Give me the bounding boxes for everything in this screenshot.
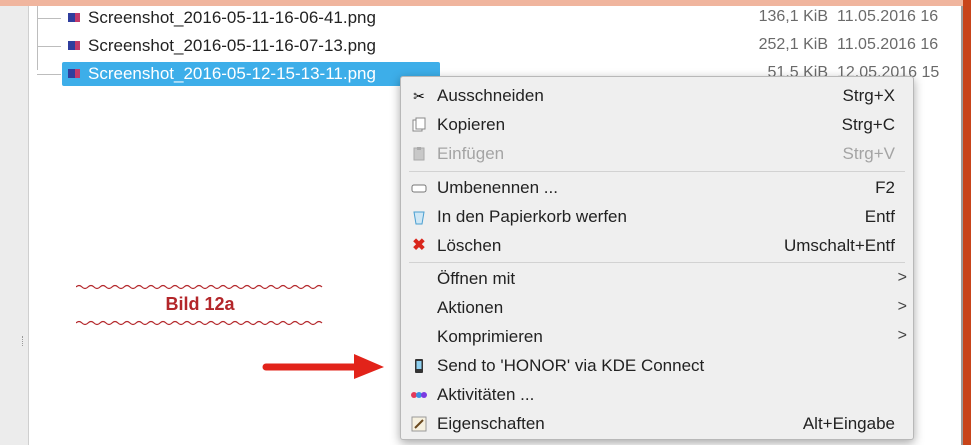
context-menu: ✂ Ausschneiden Strg+X Kopieren Strg+C Ei… [400,76,914,440]
file-row[interactable]: Screenshot_2016-05-11-16-07-13.png 252,1… [62,34,961,58]
tree-branch [37,46,61,47]
submenu-arrow-icon: > [897,269,907,286]
menu-label: Umbenennen ... [437,178,558,197]
file-size: 252,1 KiB [758,36,828,53]
menu-label: Aktionen [437,298,504,317]
menu-item-trash[interactable]: In den Papierkorb werfen Entf [401,202,913,231]
places-panel [0,6,29,445]
menu-item-cut[interactable]: ✂ Ausschneiden Strg+X [401,81,913,110]
menu-shortcut: Strg+V [842,144,895,163]
file-name: Screenshot_2016-05-11-16-06-41.png [88,8,376,27]
menu-shortcut: Entf [864,207,895,226]
file-name: Screenshot_2016-05-11-16-07-13.png [88,36,376,55]
image-file-icon [68,13,80,22]
wavy-line-icon [76,320,323,326]
menu-item-delete[interactable]: ✖ Löschen Umschalt+Entf [401,231,913,260]
scissors-icon: ✂ [413,88,425,104]
trash-icon [411,209,427,225]
menu-label: Aktivitäten ... [437,385,535,404]
menu-label: Komprimieren [437,327,543,346]
red-arrow-icon [262,354,384,379]
file-date: 11.05.2016 16 [837,36,939,53]
image-file-icon [68,69,80,78]
file-row[interactable]: Screenshot_2016-05-11-16-06-41.png 136,1… [62,6,961,30]
menu-separator [409,262,905,263]
menu-label: Öffnen mit [437,269,516,288]
menu-item-rename[interactable]: Umbenennen ... F2 [401,173,913,202]
menu-label: Send to 'HONOR' via KDE Connect [437,356,705,375]
menu-shortcut: Alt+Eingabe [802,414,895,433]
tree-line [37,6,38,70]
activities-icon [411,387,427,403]
properties-icon [411,416,427,432]
menu-label: Kopieren [437,115,506,134]
submenu-arrow-icon: > [897,298,907,315]
annotation-caption: Bild 12a [76,284,324,326]
menu-label: Einfügen [437,144,505,163]
file-name: Screenshot_2016-05-12-15-13-11.png [88,64,376,83]
tree-branch [37,18,61,19]
menu-shortcut: Umschalt+Entf [783,236,895,255]
wavy-line-icon [76,284,323,290]
paste-icon [411,146,427,162]
resize-handle[interactable] [22,336,25,346]
menu-item-compress[interactable]: Komprimieren > [401,322,913,351]
menu-item-actions[interactable]: Aktionen > [401,293,913,322]
menu-shortcut: Strg+X [842,86,895,105]
tree-branch [37,74,61,75]
copy-icon [411,117,427,133]
window-border [963,0,971,445]
menu-label: Ausschneiden [437,86,544,105]
menu-item-open-with[interactable]: Öffnen mit > [401,264,913,293]
scrollbar[interactable] [961,6,963,445]
caption-text: Bild 12a [165,294,235,314]
menu-item-paste: Einfügen Strg+V [401,139,913,168]
menu-item-activities[interactable]: Aktivitäten ... [401,380,913,409]
menu-label: In den Papierkorb werfen [437,207,627,226]
delete-icon: ✖ [412,237,426,254]
menu-separator [409,171,905,172]
phone-icon [411,358,427,374]
menu-shortcut: F2 [875,178,895,197]
menu-item-properties[interactable]: Eigenschaften Alt+Eingabe [401,409,913,438]
menu-label: Löschen [437,236,502,255]
file-date: 11.05.2016 16 [837,8,939,25]
image-file-icon [68,41,80,50]
menu-shortcut: Strg+C [841,115,895,134]
menu-label: Eigenschaften [437,414,545,433]
rename-icon [411,180,427,196]
menu-item-kde-connect[interactable]: Send to 'HONOR' via KDE Connect [401,351,913,380]
menu-item-copy[interactable]: Kopieren Strg+C [401,110,913,139]
file-size: 136,1 KiB [758,8,828,25]
submenu-arrow-icon: > [897,327,907,344]
